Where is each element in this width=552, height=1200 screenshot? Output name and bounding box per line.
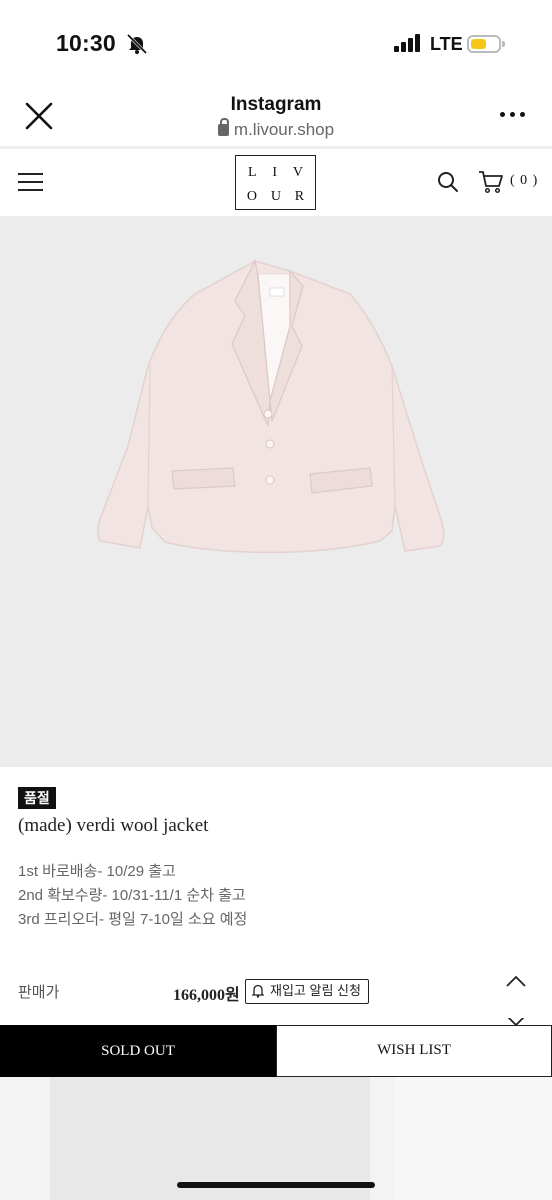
- cart-icon[interactable]: [478, 170, 504, 194]
- logo-letter: O: [246, 189, 258, 204]
- logo-letter: U: [270, 189, 281, 204]
- action-bar: SOLD OUT WISH LIST: [0, 1025, 552, 1077]
- more-icon[interactable]: [500, 110, 526, 118]
- logo-letter: L: [247, 165, 257, 180]
- site-logo[interactable]: L I V O U R: [235, 155, 316, 210]
- status-time: 10:30: [56, 30, 116, 56]
- price-label: 판매가: [18, 984, 60, 1001]
- restock-alert-button[interactable]: 재입고 알림 신청: [245, 979, 369, 1004]
- status-bar: 10:30 LTE: [0, 0, 552, 86]
- home-indicator[interactable]: [177, 1182, 375, 1188]
- logo-letter: V: [292, 165, 304, 180]
- site-header: L I V O U R ( 0 ): [0, 149, 552, 216]
- battery-icon: [467, 35, 505, 53]
- shipping-line: 1st 바로배송- 10/29 출고: [18, 863, 176, 880]
- logo-letter: I: [272, 165, 278, 180]
- bell-off-icon: [126, 34, 148, 54]
- menu-icon[interactable]: [18, 171, 44, 191]
- chevron-up-icon[interactable]: [505, 974, 527, 988]
- browser-title: Instagram: [230, 94, 322, 115]
- search-icon[interactable]: [436, 170, 460, 194]
- logo-letter: R: [294, 189, 305, 204]
- price-row: 판매가 166,000원 재입고 알림 신청: [0, 975, 552, 1009]
- product-name: (made) verdi wool jacket: [18, 815, 209, 836]
- product-image[interactable]: [0, 216, 552, 767]
- shipping-info: 1st 바로배송- 10/29 출고 2nd 확보수량- 10/31-11/1 …: [18, 860, 247, 932]
- lock-icon: [217, 118, 229, 136]
- network-label: LTE: [430, 34, 463, 54]
- shipping-line: 2nd 확보수량- 10/31-11/1 순차 출고: [18, 887, 246, 904]
- browser-url[interactable]: m.livour.shop: [0, 118, 552, 140]
- cart-count[interactable]: ( 0 ): [510, 173, 538, 189]
- browser-header: Instagram m.livour.shop: [0, 86, 552, 146]
- price-value: 166,000원: [173, 987, 240, 1004]
- signal-icon: [394, 34, 422, 52]
- url-text: m.livour.shop: [233, 120, 335, 139]
- shipping-line: 3rd 프리오더- 평일 7-10일 소요 예정: [18, 911, 248, 928]
- jacket-illustration: [97, 259, 445, 554]
- soldout-badge: 품절: [18, 787, 56, 809]
- restock-label: 재입고 알림 신청: [270, 983, 361, 998]
- wishlist-button[interactable]: WISH LIST: [276, 1025, 552, 1077]
- bell-icon: [252, 984, 264, 998]
- soldout-button[interactable]: SOLD OUT: [0, 1025, 276, 1077]
